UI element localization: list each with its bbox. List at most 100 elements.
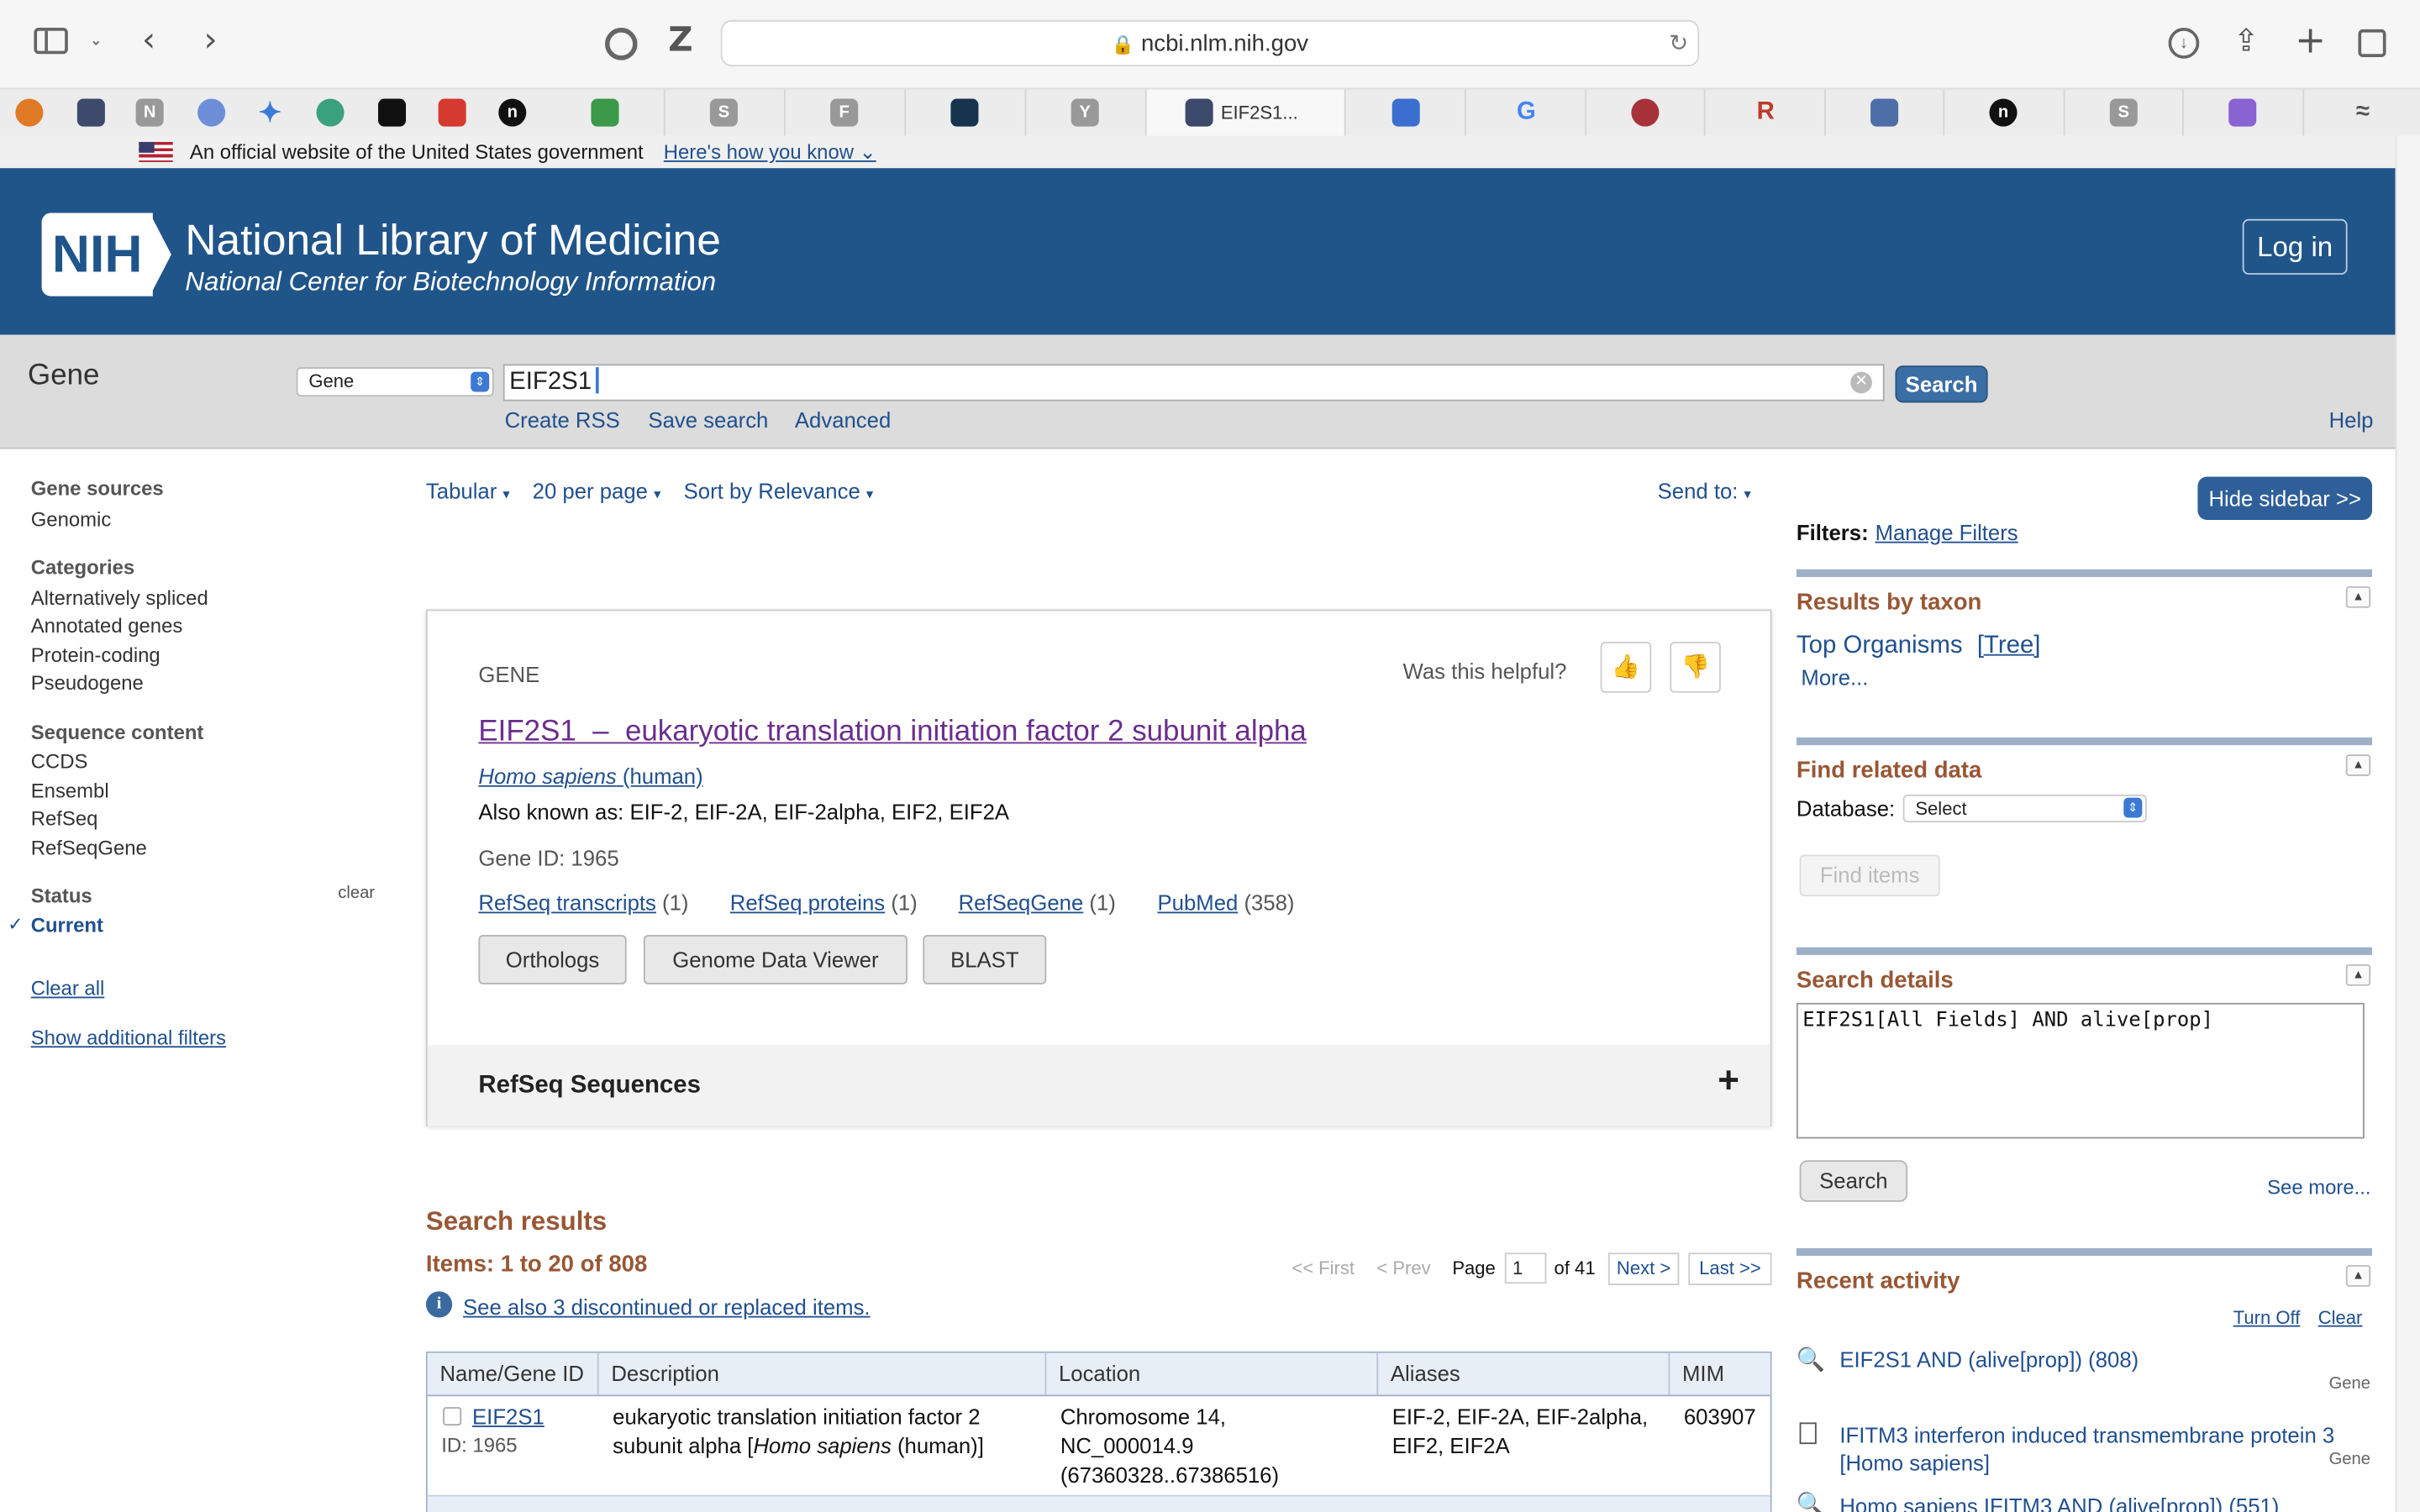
activity-item-2[interactable]: IFITM3 interferon induced transmembrane …: [1839, 1421, 2349, 1477]
col-name[interactable]: Name/Gene ID: [428, 1352, 599, 1395]
tab-icon-4[interactable]: [197, 98, 226, 127]
details-search-button[interactable]: Search: [1799, 1160, 1908, 1202]
search-button[interactable]: Search: [1895, 365, 1988, 403]
tab-icon-google[interactable]: G: [1512, 99, 1540, 127]
last-page-button[interactable]: Last >>: [1688, 1252, 1772, 1285]
tab-icon-s1[interactable]: S: [709, 98, 738, 127]
filter-alt-spliced[interactable]: Alternatively spliced: [31, 586, 208, 610]
tab-icon-y[interactable]: Y: [1071, 98, 1099, 127]
top-organisms-link[interactable]: Top Organisms: [1797, 633, 1963, 660]
download-icon[interactable]: ↓: [2168, 28, 2200, 59]
page-scrollbar[interactable]: [2395, 135, 2420, 1512]
expand-plus-icon[interactable]: +: [1718, 1060, 1739, 1103]
tab-overview-icon[interactable]: [2358, 29, 2386, 57]
sidebar-toggle-icon[interactable]: [34, 28, 68, 55]
grammarly-icon[interactable]: [604, 28, 638, 60]
see-more-link[interactable]: See more...: [2267, 1176, 2370, 1200]
col-location[interactable]: Location: [1046, 1352, 1379, 1395]
tab-icon-10[interactable]: [591, 98, 619, 127]
back-icon[interactable]: ‹: [142, 24, 155, 58]
organism-link[interactable]: Homo sapiens (human): [478, 764, 702, 788]
row-checkbox[interactable]: [443, 1407, 462, 1426]
help-link[interactable]: Help: [2329, 407, 2374, 432]
tab-icon-21[interactable]: [1870, 98, 1899, 127]
thumbs-up-icon[interactable]: 👍: [1600, 642, 1652, 693]
orthologs-button[interactable]: Orthologs: [478, 935, 627, 984]
filter-genomic[interactable]: Genomic: [31, 507, 112, 531]
tab-icon-19[interactable]: [1631, 98, 1660, 127]
tab-icon-f[interactable]: F: [830, 98, 859, 127]
filter-refseqgene[interactable]: RefSeqGene: [31, 836, 147, 859]
tab-icon-9[interactable]: n: [498, 98, 527, 127]
gene-title-link[interactable]: EIF2S1 – eukaryotic translation initiati…: [478, 716, 1306, 749]
tab-active[interactable]: EIF2S1...: [1146, 89, 1344, 138]
collapse-icon[interactable]: ▲: [2345, 1265, 2371, 1287]
clear-input-icon[interactable]: ✕: [1850, 371, 1872, 394]
status-clear-link[interactable]: clear: [338, 884, 375, 902]
next-page-button[interactable]: Next >: [1607, 1252, 1680, 1285]
tree-link[interactable]: [Tree]: [1977, 633, 2041, 660]
tab-icon-r[interactable]: R: [1752, 99, 1780, 127]
create-rss-link[interactable]: Create RSS: [505, 407, 620, 432]
tab-icon-14[interactable]: [950, 98, 979, 127]
related-database-select[interactable]: Select ⇕: [1902, 794, 2147, 822]
blast-button[interactable]: BLAST: [923, 935, 1047, 984]
turn-off-link[interactable]: Turn Off: [2233, 1307, 2301, 1329]
filter-annotated[interactable]: Annotated genes: [31, 614, 183, 638]
col-description[interactable]: Description: [599, 1352, 1047, 1395]
login-button[interactable]: Log in: [2242, 218, 2348, 275]
nih-logo[interactable]: NIH: [41, 213, 153, 297]
filter-current[interactable]: Current: [31, 913, 103, 937]
col-mim[interactable]: MIM: [1670, 1353, 1770, 1395]
tab-icon-2[interactable]: [76, 98, 105, 127]
tab-icon-8[interactable]: [438, 98, 466, 127]
send-to-dropdown[interactable]: Send to: ▾: [1658, 478, 1751, 502]
tab-icon-22[interactable]: n: [1989, 98, 2018, 127]
tab-icon-gemini[interactable]: ✦: [256, 99, 284, 127]
genome-viewer-button[interactable]: Genome Data Viewer: [643, 935, 908, 984]
row-gene-link[interactable]: EIF2S1: [472, 1404, 544, 1428]
tab-icon-24[interactable]: [2228, 98, 2257, 127]
see-also-link[interactable]: See also 3 discontinued or replaced item…: [463, 1294, 871, 1319]
tab-icon-1[interactable]: [15, 98, 44, 127]
tab-icon-s2[interactable]: S: [2109, 98, 2138, 127]
reload-icon[interactable]: ↻: [1669, 22, 1688, 68]
search-details-textarea[interactable]: EIF2S1[All Fields] AND alive[prop]: [1796, 1002, 2365, 1139]
how-you-know-link[interactable]: Here's how you know ⌄: [664, 136, 876, 169]
format-dropdown[interactable]: Tabular ▾: [426, 478, 510, 502]
share-icon[interactable]: ⇪: [2233, 24, 2260, 55]
tab-icon-7[interactable]: [377, 98, 407, 127]
more-link[interactable]: More...: [1801, 665, 1868, 690]
thumbs-down-icon[interactable]: 👎: [1670, 642, 1721, 693]
collapse-icon[interactable]: ▲: [2345, 963, 2371, 986]
activity-item-3[interactable]: Homo sapiens IFITM3 AND (alive[prop]) (5…: [1839, 1494, 2279, 1512]
find-items-button[interactable]: Find items: [1799, 854, 1940, 897]
chevron-down-icon[interactable]: ⌄: [90, 33, 103, 49]
manage-filters-link[interactable]: Manage Filters: [1876, 520, 2018, 544]
nlm-title[interactable]: National Library of Medicine: [185, 216, 720, 265]
collapse-icon[interactable]: ▲: [2345, 585, 2371, 608]
filter-pseudogene[interactable]: Pseudogene: [31, 671, 144, 695]
filter-ccds[interactable]: CCDS: [31, 750, 88, 774]
tab-icon-chatgpt[interactable]: [316, 98, 345, 127]
zotero-icon[interactable]: Z: [668, 24, 692, 58]
forward-icon[interactable]: ›: [203, 24, 217, 58]
hide-sidebar-button[interactable]: Hide sidebar >>: [2197, 476, 2373, 520]
filter-protein-coding[interactable]: Protein-coding: [31, 643, 160, 667]
filter-refseq[interactable]: RefSeq: [31, 807, 98, 831]
activity-item-1[interactable]: EIF2S1 AND (alive[prop]) (808): [1839, 1347, 2139, 1371]
page-input[interactable]: 1: [1504, 1252, 1547, 1284]
tab-icon-17[interactable]: [1392, 98, 1420, 127]
save-search-link[interactable]: Save search: [648, 407, 768, 432]
tab-icon-25[interactable]: ≈: [2349, 99, 2376, 127]
collapse-icon[interactable]: ▲: [2345, 754, 2371, 776]
filter-ensembl[interactable]: Ensembl: [31, 780, 109, 803]
sort-dropdown[interactable]: Sort by Relevance ▾: [684, 478, 874, 502]
database-select[interactable]: Gene ⇕: [296, 367, 494, 397]
tab-icon-notion[interactable]: N: [135, 98, 164, 127]
new-tab-icon[interactable]: +: [2295, 22, 2326, 59]
per-page-dropdown[interactable]: 20 per page ▾: [533, 478, 661, 502]
clear-activity-link[interactable]: Clear: [2318, 1307, 2363, 1329]
clear-all-link[interactable]: Clear all: [31, 977, 105, 1000]
advanced-link[interactable]: Advanced: [795, 407, 891, 432]
